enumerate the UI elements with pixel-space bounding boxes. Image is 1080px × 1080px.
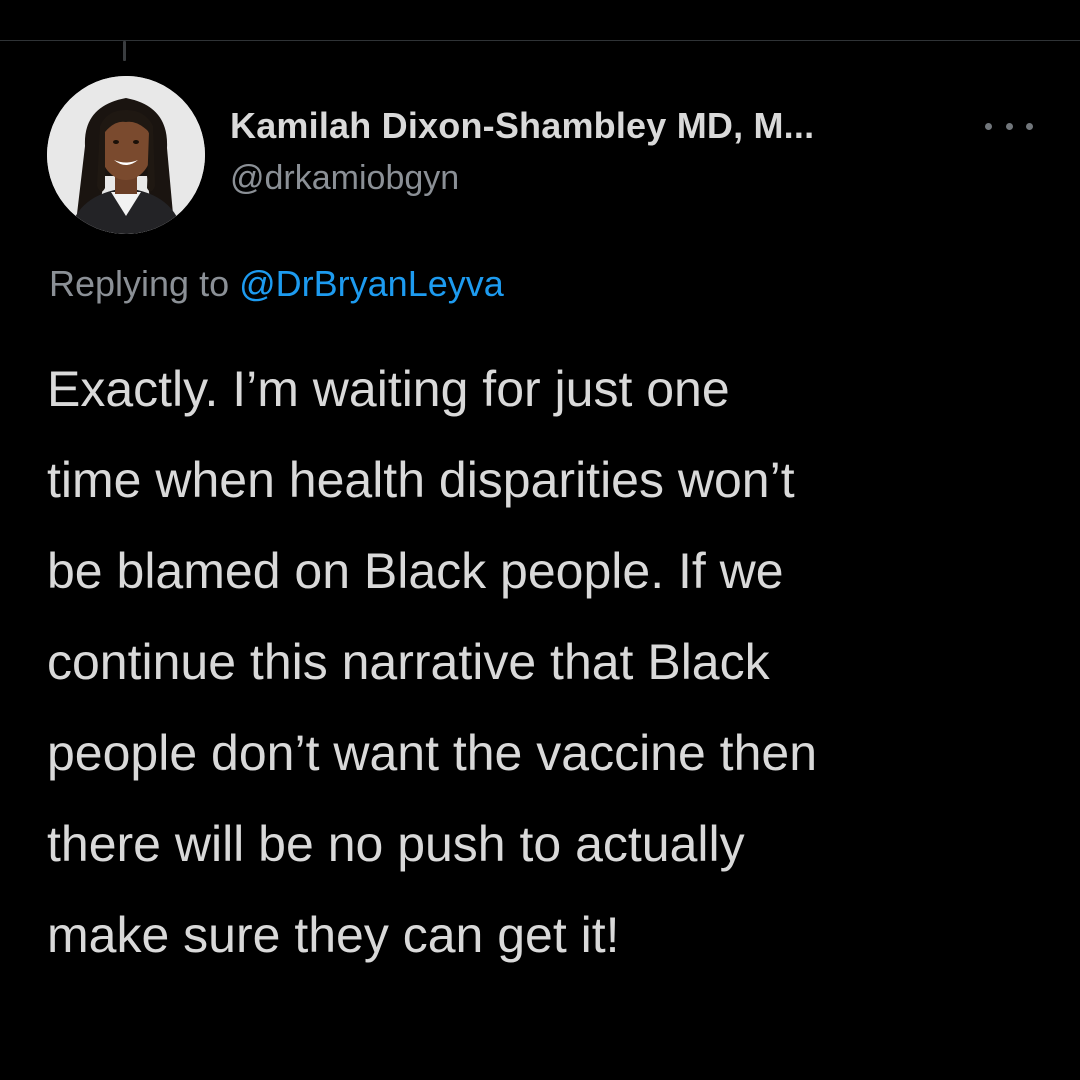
reply-context-prefix: Replying to [49,263,230,304]
tweet-text-line: there will be no push to actually [47,816,745,872]
more-options-icon [985,122,992,130]
more-options-icon-dot [1005,122,1013,130]
more-options-button[interactable] [985,114,1033,138]
more-options-icon-dot [1026,122,1033,130]
author-info: Kamilah Dixon-Shambley MD, M... @drkamio… [230,104,990,200]
tweet-text-line: people don’t want the vaccine then [47,725,817,781]
avatar-photo-icon [47,76,205,234]
tweet-text-line: be blamed on Black people. If we [47,543,784,599]
tweet-text-line: continue this narrative that Black [47,634,770,690]
reply-context: Replying to @DrBryanLeyva [49,262,504,306]
tweet-text: Exactly. I’m waiting for just one time w… [47,344,1057,981]
tweet: Kamilah Dixon-Shambley MD, M... @drkamio… [0,0,1080,1080]
author-handle[interactable]: @drkamiobgyn [230,156,990,200]
tweet-text-line: Exactly. I’m waiting for just one [47,361,730,417]
reply-mention-link[interactable]: @DrBryanLeyva [239,263,504,304]
author-avatar[interactable] [47,76,205,234]
tweet-text-line: time when health disparities won’t [47,452,795,508]
author-display-name[interactable]: Kamilah Dixon-Shambley MD, M... [230,104,990,148]
tweet-text-line: make sure they can get it! [47,907,620,963]
